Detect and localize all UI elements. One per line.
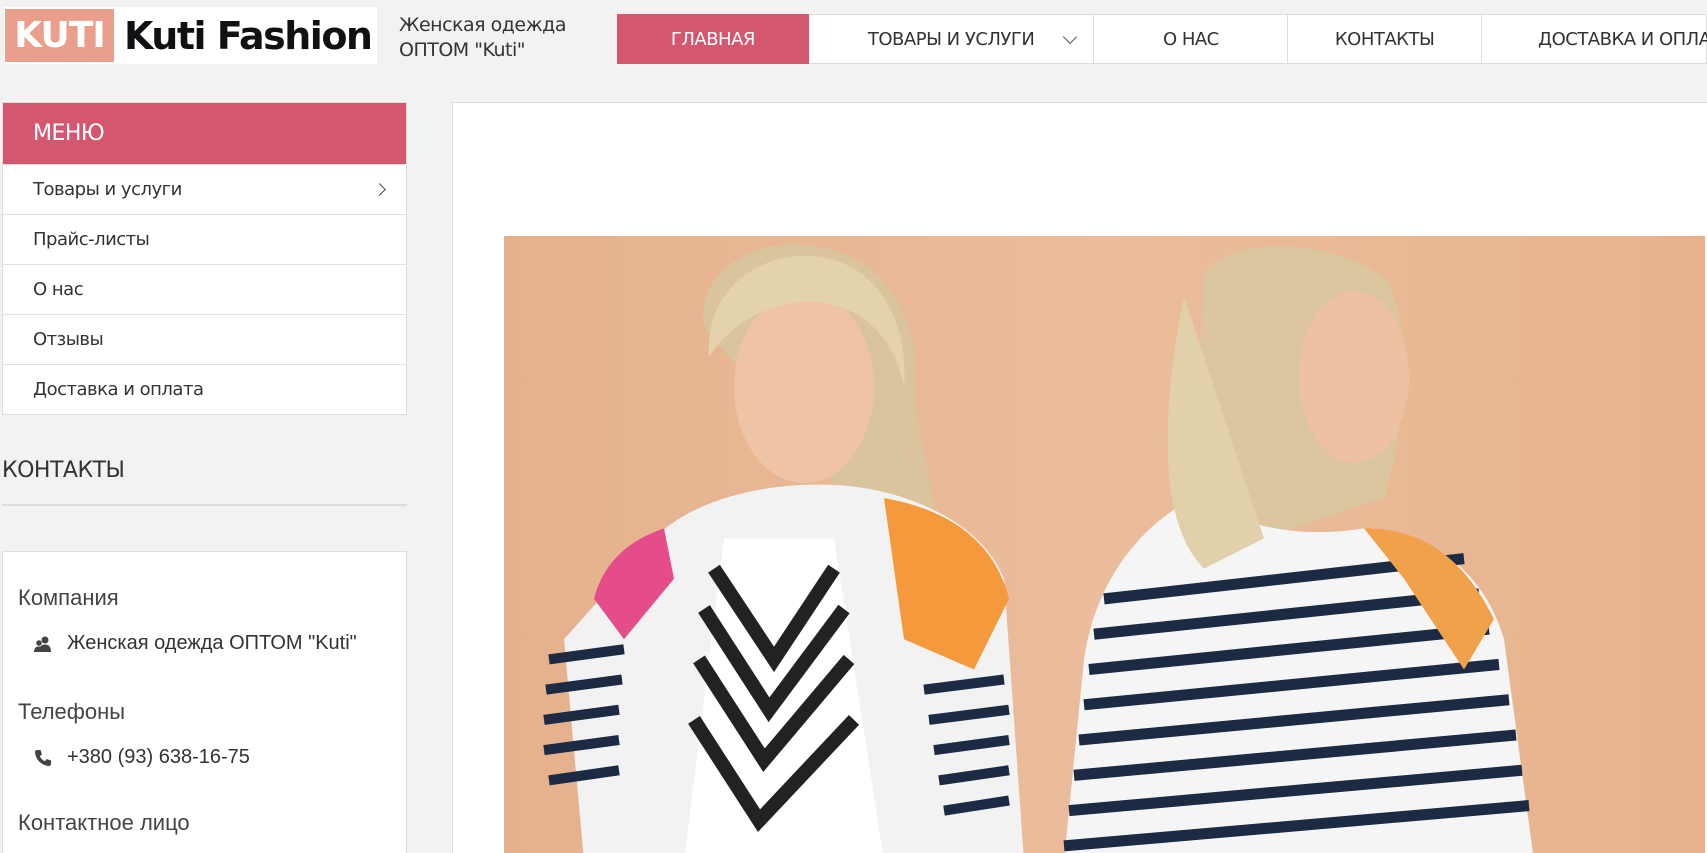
hero-banner-image[interactable] bbox=[504, 236, 1705, 853]
sidebar-item-price-lists[interactable]: Прайс-листы bbox=[3, 214, 406, 264]
main-content bbox=[452, 102, 1707, 853]
banner-photo bbox=[543, 244, 1533, 853]
phone-icon bbox=[33, 748, 53, 768]
nav-home[interactable]: ГЛАВНАЯ bbox=[617, 14, 809, 64]
nav-products-label: ТОВАРЫ И УСЛУГИ bbox=[867, 28, 1035, 50]
sidebar-item-label: Отзывы bbox=[33, 329, 104, 350]
company-row: Женская одежда ОПТОМ "Kuti" bbox=[33, 632, 357, 655]
nav-contacts[interactable]: КОНТАКТЫ bbox=[1288, 15, 1483, 63]
sidebar-item-label: О нас bbox=[33, 279, 84, 300]
nav-about-label: О НАС bbox=[1162, 28, 1219, 50]
company-label: Компания bbox=[18, 585, 119, 610]
company-name: Женская одежда ОПТОМ "Kuti" bbox=[67, 632, 357, 654]
contacts-heading: КОНТАКТЫ bbox=[2, 458, 125, 483]
nav-delivery[interactable]: ДОСТАВКА И ОПЛАТА bbox=[1482, 15, 1707, 63]
nav-about[interactable]: О НАС bbox=[1094, 15, 1289, 63]
logo-badge: KUTI bbox=[5, 9, 114, 62]
sidebar-item-about[interactable]: О нас bbox=[3, 264, 406, 314]
sidebar-item-reviews[interactable]: Отзывы bbox=[3, 314, 406, 364]
sidebar-item-label: Доставка и оплата bbox=[33, 379, 204, 400]
phone-number[interactable]: +380 (93) 638-16-75 bbox=[67, 746, 250, 769]
people-icon bbox=[33, 634, 53, 654]
divider bbox=[2, 504, 407, 506]
contact-card: Компания Женская одежда ОПТОМ "Kuti" Тел… bbox=[2, 551, 407, 853]
sidebar-item-delivery[interactable]: Доставка и оплата bbox=[3, 364, 406, 414]
nav-home-label: ГЛАВНАЯ bbox=[670, 28, 756, 50]
main-nav: ГЛАВНАЯ ТОВАРЫ И УСЛУГИ О НАС КОНТАКТЫ Д… bbox=[617, 14, 1707, 64]
sidebar-menu: МЕНЮ Товары и услуги Прайс-листы О нас О… bbox=[2, 102, 407, 415]
nav-contacts-label: КОНТАКТЫ bbox=[1334, 28, 1435, 50]
phone-row: +380 (93) 638-16-75 bbox=[33, 746, 250, 769]
nav-products[interactable]: ТОВАРЫ И УСЛУГИ bbox=[809, 15, 1095, 63]
site-logo[interactable]: KUTI Kuti Fashion bbox=[4, 7, 377, 64]
sidebar-item-products[interactable]: Товары и услуги bbox=[3, 164, 406, 214]
menu-title: МЕНЮ bbox=[3, 103, 406, 164]
chevron-down-icon bbox=[1063, 29, 1078, 45]
site-tagline: Женская одежда ОПТОМ "Kuti" bbox=[399, 14, 566, 61]
logo-text: Kuti Fashion bbox=[124, 13, 373, 58]
sidebar-item-label: Товары и услуги bbox=[33, 179, 182, 200]
contact-person-label: Контактное лицо bbox=[18, 810, 190, 835]
sidebar-item-label: Прайс-листы bbox=[33, 229, 150, 250]
nav-delivery-label: ДОСТАВКА И ОПЛАТА bbox=[1538, 28, 1707, 50]
chevron-right-icon bbox=[373, 183, 386, 196]
phones-label: Телефоны bbox=[18, 699, 126, 724]
